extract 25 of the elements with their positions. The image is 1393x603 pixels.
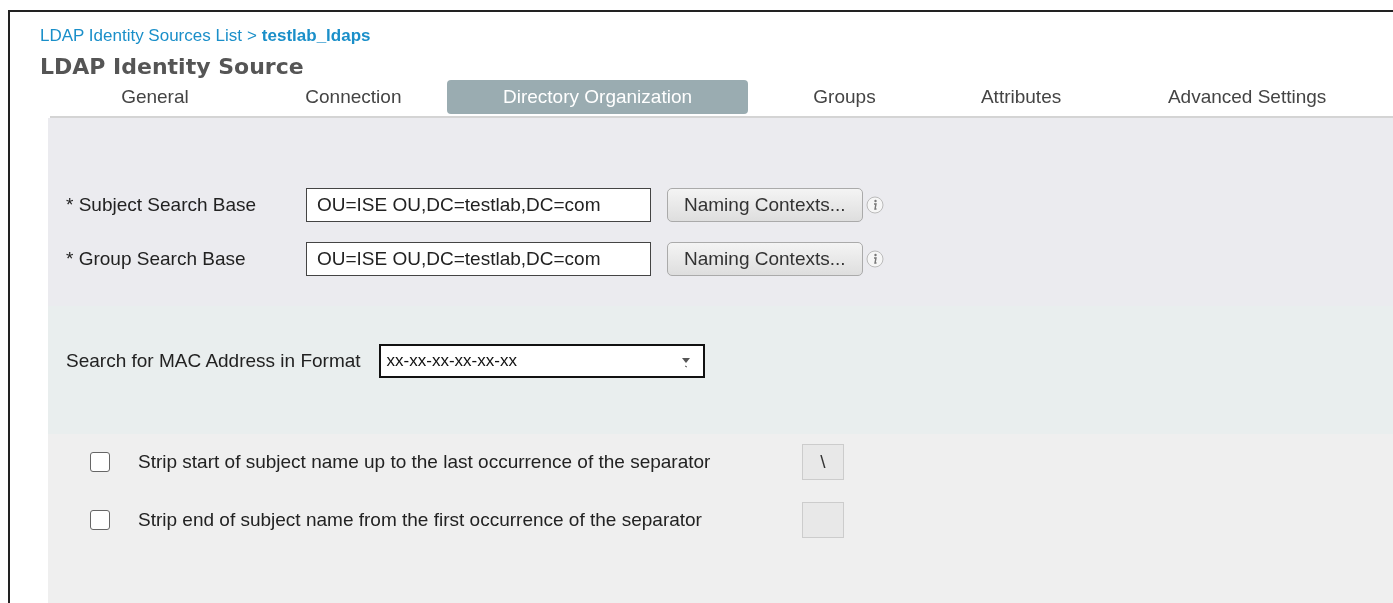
breadcrumb-separator: >	[246, 26, 257, 46]
checkbox-label: Strip end of subject name from the first occurrence of the separator	[138, 509, 703, 531]
page-title: LDAP Identity Source	[40, 54, 305, 79]
tab[interactable]: General	[50, 80, 260, 114]
info-icon[interactable]	[865, 250, 884, 268]
tab[interactable]: Advanced Settings	[1101, 80, 1393, 114]
separator-field[interactable]: \	[802, 444, 844, 480]
search-base-field[interactable]: OU=ISE OU,DC=testlab,DC=com	[306, 188, 651, 222]
tab[interactable]: Attributes	[940, 80, 1102, 114]
naming-contexts-button[interactable]: Naming Contexts...	[667, 242, 863, 276]
checkbox[interactable]	[90, 510, 110, 530]
search-base-field[interactable]: OU=ISE OU,DC=testlab,DC=com	[306, 242, 651, 276]
info-icon[interactable]	[865, 196, 884, 214]
mac-format-dropdown[interactable]: xx-xx-xx-xx-xx-xx	[378, 344, 705, 378]
naming-contexts-button[interactable]: Naming Contexts...	[667, 188, 863, 222]
tab[interactable]: Groups	[748, 80, 941, 114]
breadcrumb-link[interactable]: LDAP Identity Sources List	[40, 26, 242, 46]
separator-field[interactable]	[802, 502, 844, 538]
checkbox-label: Strip start of subject name up to the last occurrence of the separator	[138, 451, 712, 473]
field-label: * Subject Search Base	[66, 194, 258, 216]
field-label: Search for MAC Address in Format	[66, 350, 361, 372]
breadcrumb-current: testlab_ldaps	[261, 26, 371, 46]
field-label: * Group Search Base	[66, 248, 247, 270]
tab[interactable]: Connection	[259, 80, 447, 114]
checkbox[interactable]	[90, 452, 110, 472]
